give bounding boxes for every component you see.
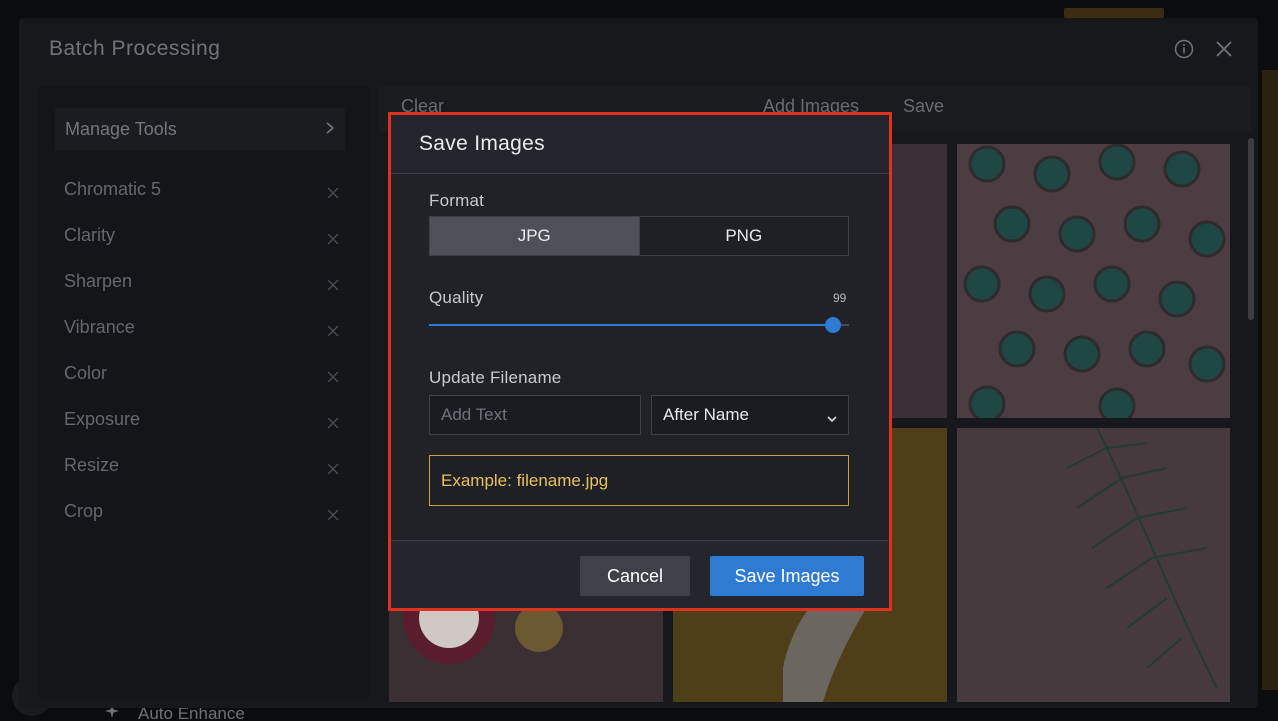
manage-tools-label: Manage Tools bbox=[65, 118, 177, 139]
tool-label: Chromatic 5 bbox=[64, 178, 162, 199]
tool-label: Sharpen bbox=[64, 270, 133, 291]
tool-item-vibrance[interactable]: Vibrance bbox=[55, 304, 345, 350]
batch-header: Batch Processing bbox=[19, 18, 1258, 80]
filename-position-select[interactable]: After Name bbox=[651, 395, 849, 435]
remove-tool-icon[interactable] bbox=[327, 367, 339, 383]
screen: Auto Enhance Batch Processing Manage Too… bbox=[0, 0, 1278, 721]
tool-label: Clarity bbox=[64, 224, 116, 245]
save-images-button[interactable]: Save Images bbox=[710, 556, 864, 596]
remove-tool-icon[interactable] bbox=[327, 275, 339, 291]
remove-tool-icon[interactable] bbox=[327, 459, 339, 475]
format-option-png[interactable]: PNG bbox=[638, 217, 848, 255]
tool-item-exposure[interactable]: Exposure bbox=[55, 396, 345, 442]
remove-tool-icon[interactable] bbox=[327, 321, 339, 337]
tools-sidebar: Manage Tools Chromatic 5 Clarity Sharpen bbox=[39, 86, 369, 700]
dialog-body: Format JPG PNG Quality 99 Update Filenam… bbox=[391, 174, 889, 540]
manage-tools-button[interactable]: Manage Tools bbox=[55, 108, 345, 150]
save-button[interactable]: Save bbox=[903, 96, 944, 117]
image-thumbnail[interactable] bbox=[957, 144, 1230, 418]
dialog-title: Save Images bbox=[419, 132, 545, 155]
select-value: After Name bbox=[663, 405, 749, 424]
filename-example: Example: filename.jpg bbox=[429, 455, 849, 506]
tool-item-color[interactable]: Color bbox=[55, 350, 345, 396]
tool-label: Resize bbox=[64, 454, 120, 475]
chevron-down-icon bbox=[826, 410, 838, 423]
chevron-right-icon bbox=[323, 120, 337, 136]
tool-item-chromatic-5[interactable]: Chromatic 5 bbox=[55, 166, 345, 212]
format-toggle: JPG PNG bbox=[429, 216, 849, 256]
close-icon[interactable] bbox=[1214, 39, 1234, 59]
tool-label: Crop bbox=[64, 500, 104, 521]
slider-handle[interactable] bbox=[824, 317, 841, 333]
update-filename-label: Update Filename bbox=[429, 368, 562, 387]
tool-item-crop[interactable]: Crop bbox=[55, 488, 345, 534]
quality-value: 99 bbox=[833, 291, 847, 305]
slider-fill bbox=[429, 324, 833, 326]
app-right-strip bbox=[1262, 70, 1278, 690]
remove-tool-icon[interactable] bbox=[327, 505, 339, 521]
filename-text-input[interactable] bbox=[429, 395, 641, 435]
app-top-accent bbox=[1064, 8, 1164, 18]
remove-tool-icon[interactable] bbox=[327, 183, 339, 199]
save-images-dialog: Save Images Format JPG PNG Quality 99 Up… bbox=[388, 112, 892, 611]
batch-title: Batch Processing bbox=[49, 37, 221, 60]
tool-label: Color bbox=[64, 362, 108, 383]
image-thumbnail[interactable] bbox=[957, 428, 1230, 702]
format-label: Format bbox=[429, 191, 485, 210]
remove-tool-icon[interactable] bbox=[327, 413, 339, 429]
divider bbox=[391, 540, 889, 541]
quality-slider[interactable] bbox=[429, 314, 849, 338]
cancel-button[interactable]: Cancel bbox=[580, 556, 690, 596]
tool-label: Vibrance bbox=[64, 316, 135, 337]
tool-list: Chromatic 5 Clarity Sharpen Vibrance Col… bbox=[55, 166, 345, 534]
format-option-jpg[interactable]: JPG bbox=[430, 217, 639, 255]
tool-item-sharpen[interactable]: Sharpen bbox=[55, 258, 345, 304]
image-grid-scrollbar[interactable] bbox=[1248, 138, 1254, 320]
tool-item-clarity[interactable]: Clarity bbox=[55, 212, 345, 258]
remove-tool-icon[interactable] bbox=[327, 229, 339, 245]
quality-label: Quality bbox=[429, 288, 484, 307]
info-icon[interactable] bbox=[1174, 39, 1194, 59]
example-text: Example: filename.jpg bbox=[441, 470, 609, 490]
tool-item-resize[interactable]: Resize bbox=[55, 442, 345, 488]
tool-label: Exposure bbox=[64, 408, 141, 429]
